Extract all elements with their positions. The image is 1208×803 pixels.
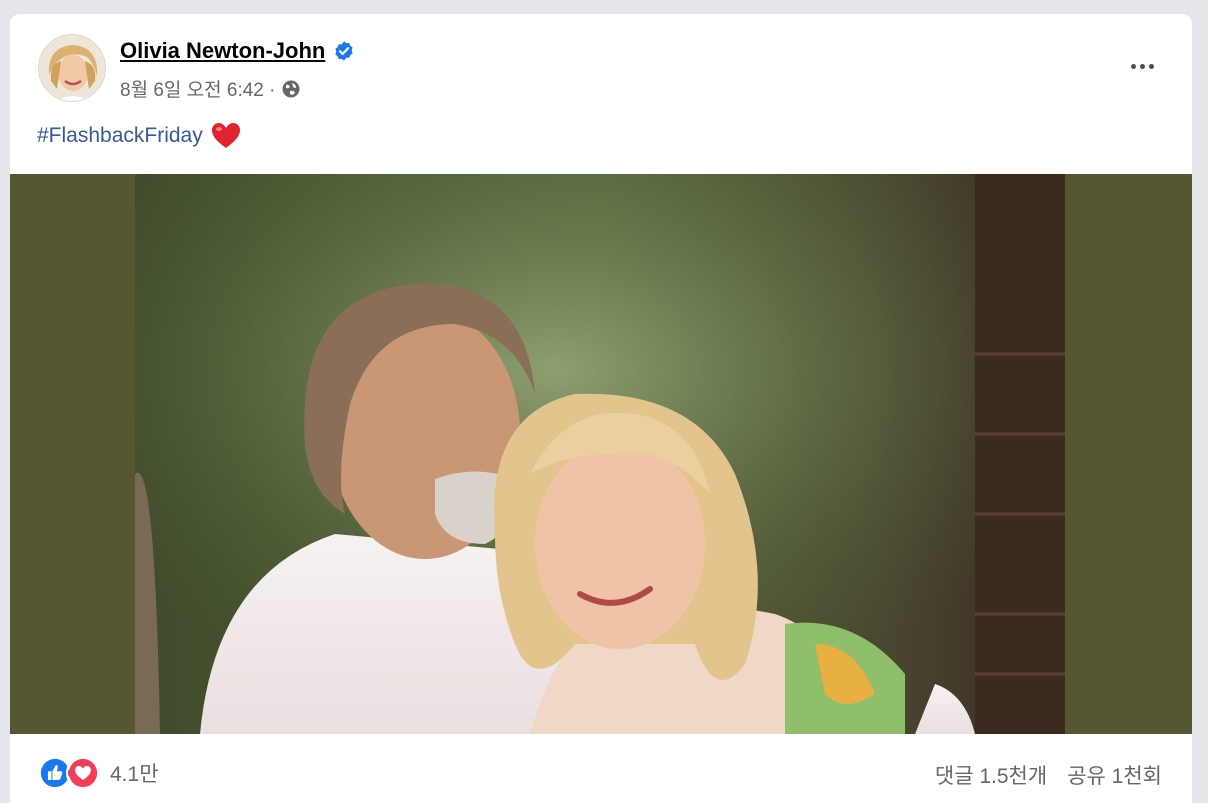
post-timestamp-link[interactable]: 8월 6일 오전 6:42 · bbox=[120, 75, 275, 102]
more-dot-icon bbox=[1130, 63, 1136, 69]
post-photo-container[interactable] bbox=[10, 174, 1192, 734]
love-icon bbox=[66, 756, 100, 790]
post-card: Olivia Newton-John 8월 6일 오전 6:42 · #Flas… bbox=[10, 14, 1192, 803]
hashtag-link[interactable]: #FlashbackFriday bbox=[37, 124, 203, 148]
reactions-summary[interactable]: 4.1만 bbox=[38, 756, 159, 790]
post-footer: 4.1만 댓글 1.5천개 공유 1천회 bbox=[10, 734, 1192, 803]
post-photo[interactable] bbox=[135, 174, 1065, 734]
globe-icon[interactable] bbox=[281, 79, 301, 99]
avatar-image bbox=[39, 35, 105, 101]
author-avatar[interactable] bbox=[38, 34, 106, 102]
author-line: Olivia Newton-John bbox=[120, 38, 355, 64]
more-dot-icon bbox=[1139, 63, 1145, 69]
more-dot-icon bbox=[1148, 63, 1154, 69]
reaction-count[interactable]: 4.1만 bbox=[110, 758, 159, 788]
post-header: Olivia Newton-John 8월 6일 오전 6:42 · bbox=[10, 14, 1192, 114]
shares-count-link[interactable]: 공유 1천회 bbox=[1067, 760, 1162, 790]
post-meta: 8월 6일 오전 6:42 · bbox=[120, 75, 301, 102]
author-name-link[interactable]: Olivia Newton-John bbox=[120, 38, 325, 64]
more-options-button[interactable] bbox=[1122, 54, 1162, 78]
verified-badge-icon bbox=[335, 41, 353, 61]
heart-emoji-icon bbox=[211, 123, 240, 148]
engagement-stats: 댓글 1.5천개 공유 1천회 bbox=[935, 760, 1162, 790]
comments-count-link[interactable]: 댓글 1.5천개 bbox=[935, 760, 1047, 790]
post-caption: #FlashbackFriday bbox=[37, 122, 241, 150]
